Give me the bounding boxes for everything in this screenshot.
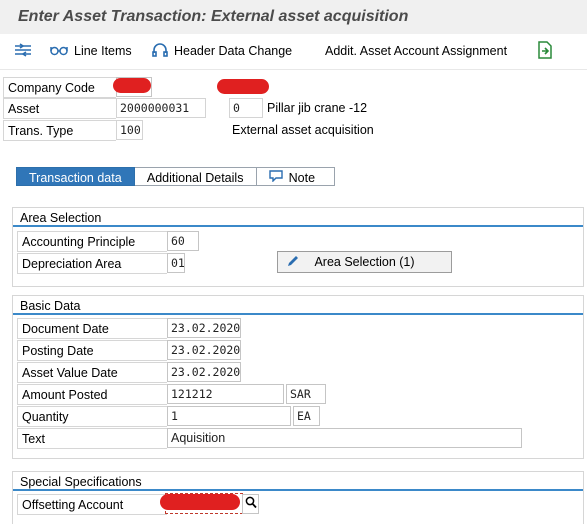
- tab-note[interactable]: Note: [256, 167, 335, 186]
- expand-collapse-icon: [14, 43, 32, 59]
- accounting-principle-label: Accounting Principle: [17, 231, 167, 252]
- posting-date-field[interactable]: 23.02.2020: [167, 340, 241, 360]
- group-title: Special Specifications: [13, 472, 583, 491]
- posting-date-label: Posting Date: [17, 340, 167, 361]
- trans-type-field[interactable]: 100: [116, 120, 143, 140]
- tab-label: Additional Details: [146, 170, 244, 185]
- value-help-button[interactable]: [242, 494, 259, 514]
- asset-value-date-label: Asset Value Date: [17, 362, 167, 383]
- addit-asset-account-assignment-label: Addit. Asset Account Assignment: [325, 44, 508, 58]
- redaction-mark: [160, 494, 240, 510]
- line-items-label: Line Items: [74, 44, 132, 58]
- tab-label: Transaction data: [29, 170, 122, 185]
- asset-subnumber-field[interactable]: 0: [229, 98, 263, 118]
- asset-number-field[interactable]: 2000000031: [116, 98, 206, 118]
- export-button[interactable]: [537, 40, 553, 62]
- document-date-label: Document Date: [17, 318, 167, 339]
- page-title: Enter Asset Transaction: External asset …: [18, 8, 409, 25]
- expand-collapse-button[interactable]: [14, 40, 32, 62]
- asset-label: Asset: [3, 98, 116, 119]
- depreciation-area-field[interactable]: 01: [167, 253, 185, 273]
- redaction-mark: [217, 79, 269, 94]
- header-data-change-label: Header Data Change: [174, 44, 293, 58]
- pencil-icon: [286, 254, 300, 271]
- depreciation-area-label: Depreciation Area: [17, 253, 167, 274]
- text-field[interactable]: Aquisition: [167, 428, 522, 448]
- tab-additional-details[interactable]: Additional Details: [134, 167, 257, 186]
- headset-icon: [152, 43, 168, 59]
- text-label: Text: [17, 428, 167, 449]
- asset-value-date-field[interactable]: 23.02.2020: [167, 362, 241, 382]
- group-title: Area Selection: [13, 208, 583, 227]
- tab-transaction-data[interactable]: Transaction data: [16, 167, 135, 186]
- document-date-field[interactable]: 23.02.2020: [167, 318, 241, 338]
- application-toolbar: Line Items Header Data Change Addit. Ass…: [0, 34, 587, 70]
- unit-field[interactable]: EA: [293, 406, 320, 426]
- note-icon: [268, 170, 283, 185]
- trans-type-label: Trans. Type: [3, 120, 116, 141]
- header-data-change-button[interactable]: Header Data Change: [152, 40, 292, 62]
- addit-asset-account-assignment-button[interactable]: Addit. Asset Account Assignment: [325, 40, 507, 62]
- trans-type-description: External asset acquisition: [232, 123, 374, 137]
- area-selection-button-label: Area Selection (1): [314, 255, 415, 269]
- tab-strip: Transaction data Additional Details Note: [16, 167, 335, 186]
- export-icon: [537, 41, 553, 61]
- accounting-principle-field[interactable]: 60: [167, 231, 199, 251]
- asset-description: Pillar jib crane -12: [267, 101, 368, 115]
- search-icon: [245, 496, 257, 512]
- tab-label: Note: [288, 170, 316, 185]
- currency-field[interactable]: SAR: [286, 384, 326, 404]
- title-bar: Enter Asset Transaction: External asset …: [0, 0, 587, 34]
- area-selection-button[interactable]: Area Selection (1): [277, 251, 452, 273]
- redaction-mark: [113, 78, 151, 93]
- quantity-field[interactable]: 1: [167, 406, 291, 426]
- line-items-button[interactable]: Line Items: [50, 40, 132, 62]
- company-code-label: Company Code: [3, 77, 116, 98]
- offsetting-account-label: Offsetting Account: [17, 494, 167, 515]
- group-title: Basic Data: [13, 296, 583, 315]
- quantity-label: Quantity: [17, 406, 167, 427]
- amount-posted-label: Amount Posted: [17, 384, 167, 405]
- glasses-icon: [50, 44, 68, 58]
- amount-posted-field[interactable]: 121212: [167, 384, 284, 404]
